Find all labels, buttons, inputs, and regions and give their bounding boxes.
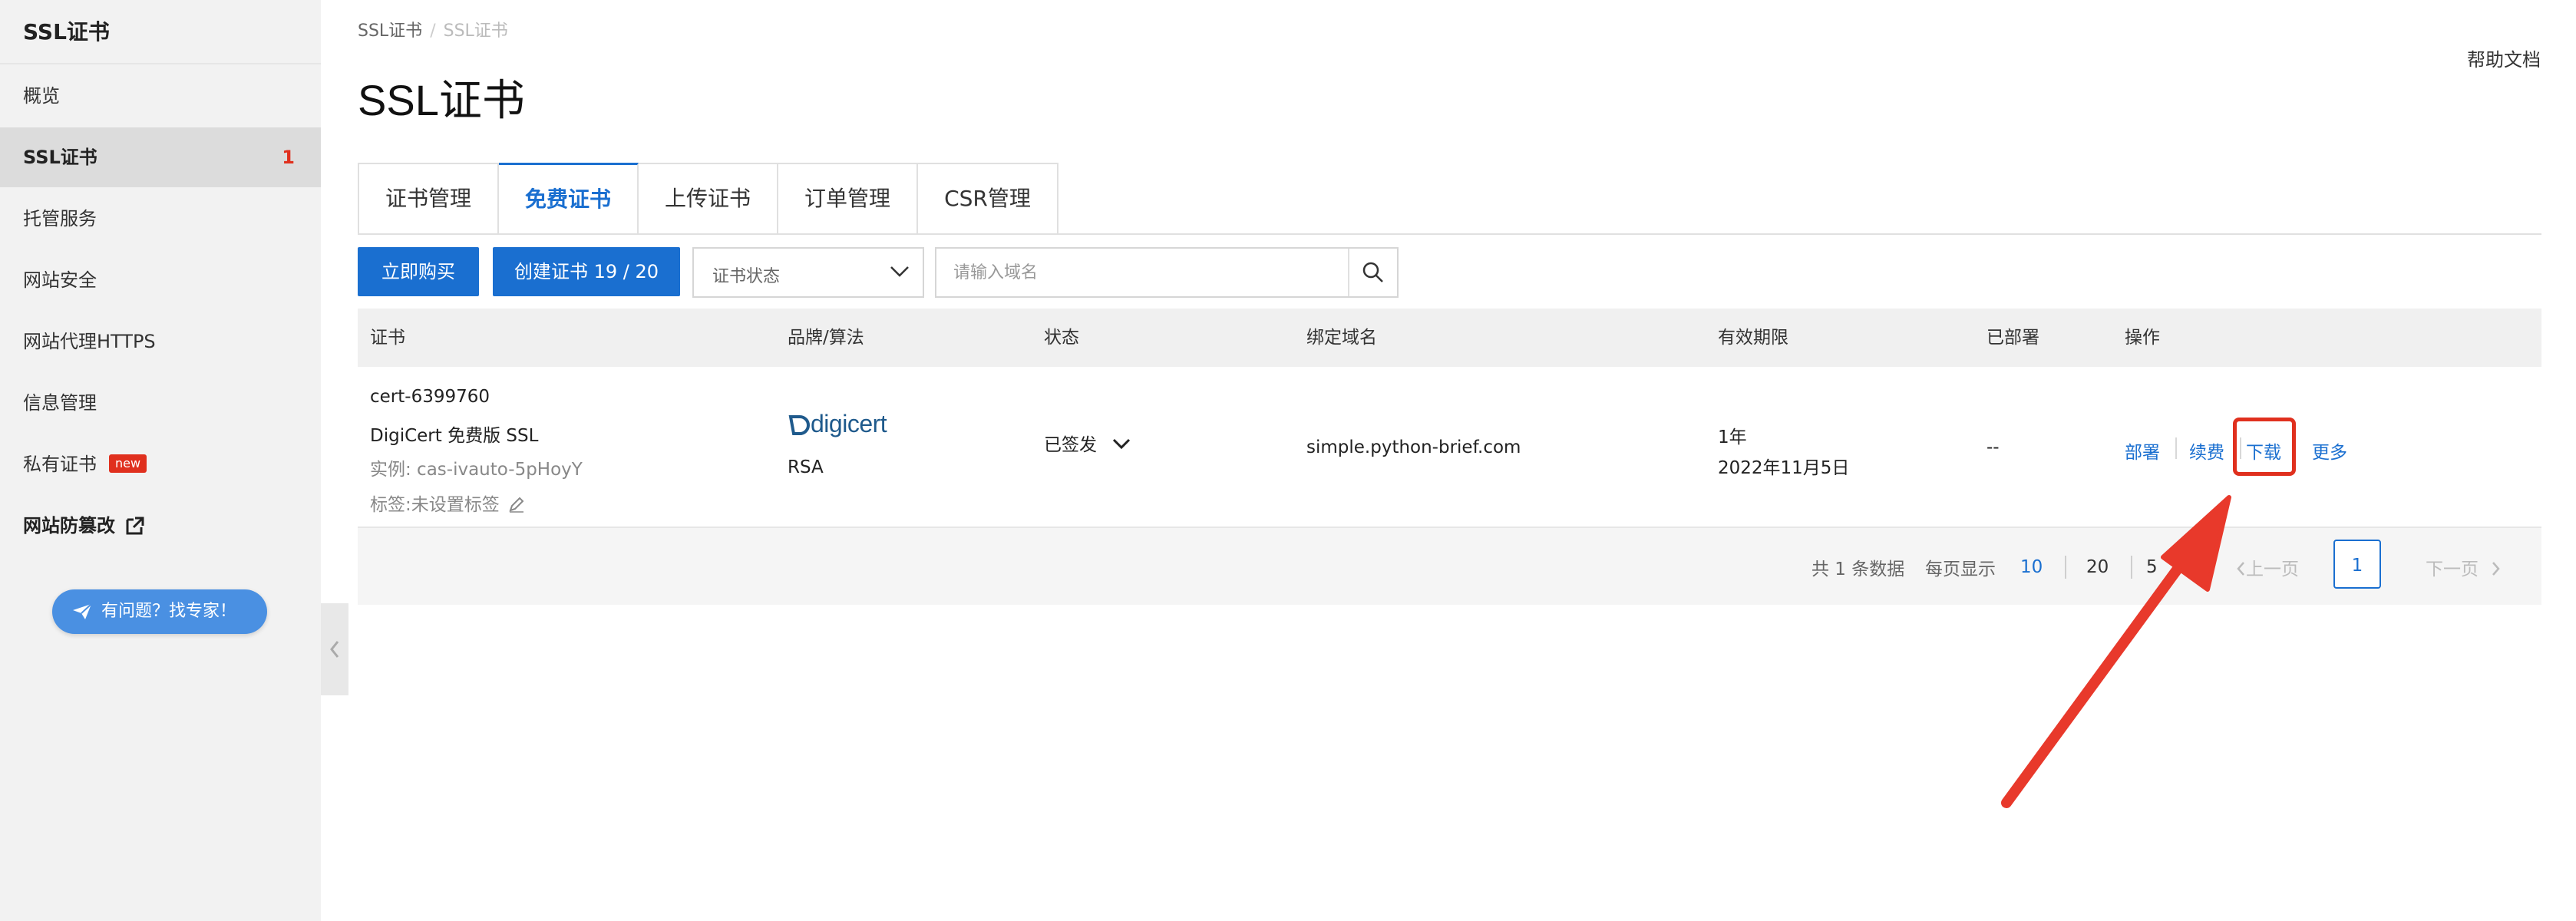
annotation-arrow	[2001, 495, 2231, 808]
